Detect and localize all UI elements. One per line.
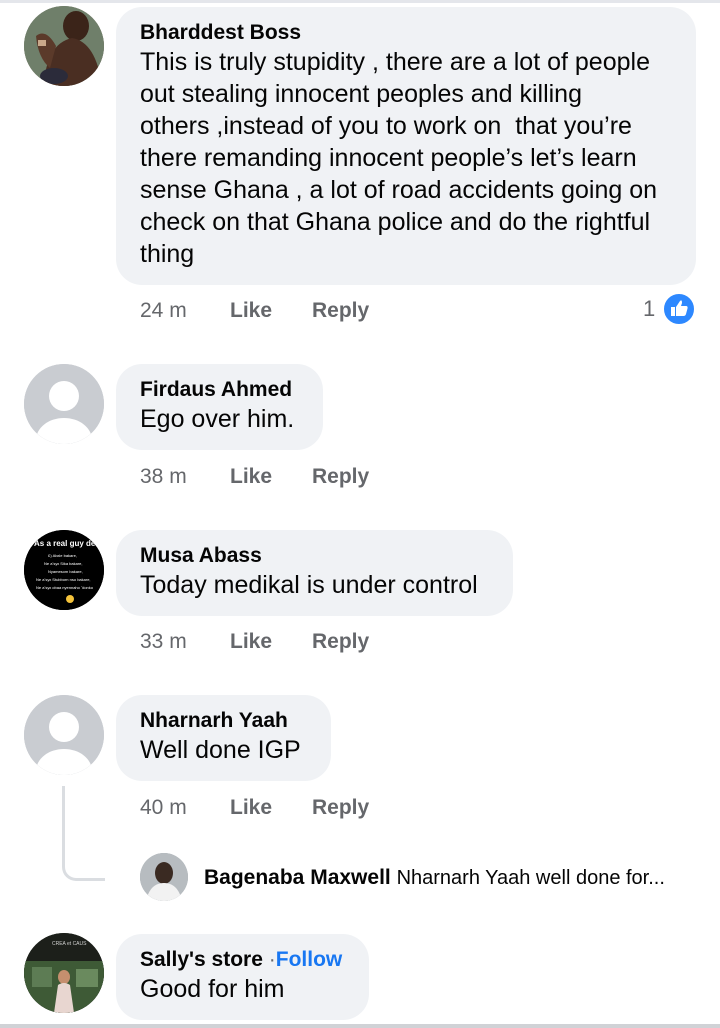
- comment-bubble: Sally's store ·Follow Good for him: [116, 934, 369, 1020]
- reply-button[interactable]: Reply: [312, 298, 369, 324]
- avatar[interactable]: [24, 6, 104, 86]
- reply-text: Nharnarh Yaah well done for...: [396, 867, 665, 889]
- reply-avatar[interactable]: [140, 853, 188, 901]
- comment-text: Well done IGP: [140, 736, 301, 764]
- comment-bubble: Nharnarh Yaah Well done IGP: [116, 695, 331, 781]
- separator-dot: ·: [268, 948, 276, 971]
- avatar[interactable]: CREA et CAUS: [24, 933, 104, 1013]
- like-button[interactable]: Like: [230, 298, 272, 324]
- comment-timestamp[interactable]: 40 m: [140, 795, 187, 821]
- comment-author[interactable]: Musa Abass: [140, 542, 489, 569]
- reply-button[interactable]: Reply: [312, 629, 369, 655]
- avatar[interactable]: As a real guy de Ɛ) Abɛle bakare, Ne aʼs…: [24, 530, 104, 610]
- comment-author-line: Sally's store ·Follow: [140, 946, 345, 973]
- reply-thread-line: [62, 786, 105, 881]
- comment-text: Today medikal is under control: [140, 571, 478, 599]
- reply-author[interactable]: Bagenaba Maxwell: [204, 866, 391, 889]
- comment-bubble: Musa Abass Today medikal is under contro…: [116, 530, 513, 616]
- comment-timestamp[interactable]: 24 m: [140, 298, 187, 324]
- bottom-divider: [0, 1024, 720, 1028]
- svg-text:As a real guy de: As a real guy de: [34, 539, 96, 548]
- reply-button[interactable]: Reply: [312, 795, 369, 821]
- svg-text:Ne aʼsyɛ Stubborn nso bakare,: Ne aʼsyɛ Stubborn nso bakare,: [36, 577, 91, 582]
- comment-author[interactable]: Sally's store: [140, 948, 263, 971]
- svg-text:Ne aʼsyɛ obaa nyennaho ̃ donko: Ne aʼsyɛ obaa nyennaho ̃ donko: [36, 585, 94, 590]
- comment-text: Good for him: [140, 975, 285, 1003]
- avatar[interactable]: [24, 695, 104, 775]
- like-button[interactable]: Like: [230, 464, 272, 490]
- comment-text: This is truly stupidity , there are a lo…: [140, 48, 658, 268]
- comment-timestamp[interactable]: 38 m: [140, 464, 187, 490]
- like-button[interactable]: Like: [230, 795, 272, 821]
- default-avatar-icon: [24, 364, 104, 444]
- comment-author[interactable]: Firdaus Ahmed: [140, 376, 299, 403]
- avatar-photo-icon: [24, 6, 104, 86]
- reply-preview[interactable]: Bagenaba Maxwell Nharnarh Yaah well done…: [204, 866, 665, 890]
- reaction-count[interactable]: 1: [643, 296, 655, 322]
- comment-bubble: Bharddest Boss This is truly stupidity ,…: [116, 7, 696, 285]
- like-button[interactable]: Like: [230, 629, 272, 655]
- svg-text:CREA et CAUS: CREA et CAUS: [52, 941, 87, 947]
- reply-button[interactable]: Reply: [312, 464, 369, 490]
- comment-bubble: Firdaus Ahmed Ego over him.: [116, 364, 323, 450]
- avatar-photo-icon: [140, 853, 188, 901]
- default-avatar-icon: [24, 695, 104, 775]
- avatar-text-image-icon: As a real guy de Ɛ) Abɛle bakare, Ne aʼs…: [24, 530, 104, 610]
- top-divider: [0, 0, 720, 3]
- comment-author[interactable]: Nharnarh Yaah: [140, 707, 307, 734]
- avatar[interactable]: [24, 364, 104, 444]
- comment-text: Ego over him.: [140, 405, 295, 433]
- comment-timestamp[interactable]: 33 m: [140, 629, 187, 655]
- svg-text:Ne aʼsyɛ Sika bakare,: Ne aʼsyɛ Sika bakare,: [44, 561, 83, 566]
- avatar-photo-icon: CREA et CAUS: [24, 933, 104, 1013]
- svg-text:Nyamesom bakare,: Nyamesom bakare,: [48, 569, 83, 574]
- thumbs-up-icon[interactable]: [662, 292, 696, 326]
- comment-author[interactable]: Bharddest Boss: [140, 19, 672, 46]
- svg-text:Ɛ) Abɛle bakare,: Ɛ) Abɛle bakare,: [48, 553, 77, 558]
- follow-button[interactable]: Follow: [276, 948, 343, 971]
